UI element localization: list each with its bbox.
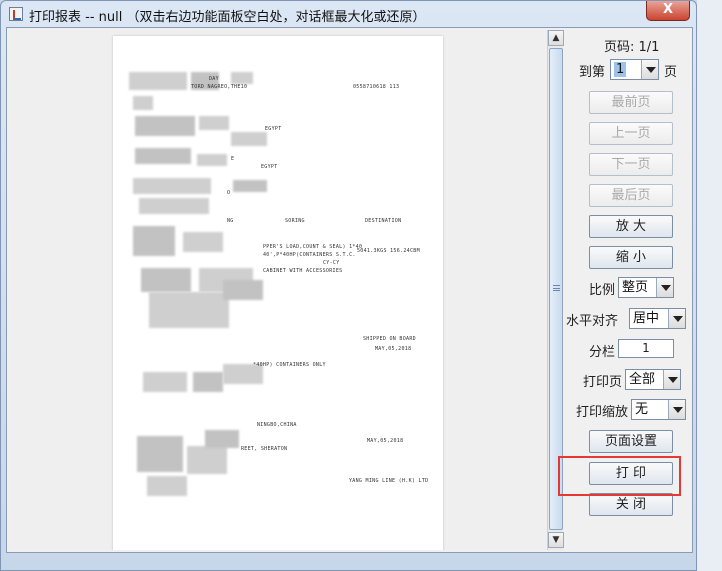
prev-page-button[interactable]: 上一页 <box>589 122 673 145</box>
chevron-down-icon[interactable] <box>663 370 680 389</box>
redacted-block <box>133 96 153 110</box>
print-button-highlight <box>558 456 681 496</box>
scale-label: 比例 <box>589 283 616 298</box>
halign-value: 居中 <box>633 311 660 326</box>
java-app-icon <box>9 7 23 21</box>
print-pages-value: 全部 <box>629 372 656 387</box>
columns-label: 分栏 <box>589 345 616 360</box>
title-bar[interactable]: 打印报表 -- null （双击右边功能面板空白处，对话框最大化或还原） X <box>1 1 698 27</box>
report-text-line: DAY <box>209 76 219 82</box>
redacted-block <box>183 232 223 252</box>
redacted-block <box>133 178 211 194</box>
report-text-line: YANG MING LINE (H.K) LTD <box>349 478 429 484</box>
report-text-line: PPER'S LOAD,COUNT & SEAL) 1*40 <box>263 244 363 250</box>
zoom-out-button[interactable]: 缩 小 <box>589 246 673 269</box>
goto-page-value: 1 <box>614 62 627 77</box>
redacted-block <box>129 72 187 90</box>
goto-suffix-label: 页 <box>664 65 678 80</box>
chevron-down-icon[interactable] <box>656 278 673 297</box>
report-text-line: E <box>231 156 235 162</box>
redacted-block <box>141 268 191 292</box>
close-button[interactable]: 关 闭 <box>589 493 673 516</box>
columns-input[interactable]: 1 <box>618 339 674 358</box>
redacted-block <box>133 226 175 256</box>
goto-prefix-label: 到第 <box>579 65 606 80</box>
redacted-block <box>135 116 195 136</box>
arrow-down-icon[interactable]: ▼ <box>548 532 564 548</box>
print-scale-value: 无 <box>635 402 649 417</box>
print-preview-dialog: 打印报表 -- null （双击右边功能面板空白处，对话框最大化或还原） X D… <box>0 0 697 571</box>
redacted-block <box>205 430 239 448</box>
report-text-line: NINGBO,CHINA <box>257 422 297 428</box>
window-title: 打印报表 -- null （双击右边功能面板空白处，对话框最大化或还原） <box>29 10 426 25</box>
redacted-block <box>231 132 267 146</box>
redacted-block <box>193 372 223 392</box>
report-text-line: DESTINATION <box>365 218 402 224</box>
close-window-button[interactable]: X <box>646 1 690 21</box>
first-page-button[interactable]: 最前页 <box>589 91 673 114</box>
print-scale-label: 打印缩放 <box>576 405 629 420</box>
redacted-block <box>223 280 263 300</box>
report-text-line: 0558710618 113 <box>353 84 400 90</box>
report-text-line: *40HP) CONTAINERS ONLY <box>253 362 326 368</box>
redacted-block <box>139 198 209 214</box>
redacted-block <box>147 476 187 496</box>
redacted-block <box>149 292 229 328</box>
redacted-block <box>143 372 187 392</box>
report-text-line: REET, SHERATON <box>241 446 288 452</box>
report-text-line: CY-CY <box>323 260 340 266</box>
page-setup-button[interactable]: 页面设置 <box>589 430 673 453</box>
goto-page-select[interactable]: 1 <box>610 59 659 80</box>
chevron-down-icon[interactable] <box>668 309 685 328</box>
report-text-line: TORD NAGREO,THE10 <box>191 84 248 90</box>
chevron-down-icon[interactable] <box>641 60 658 79</box>
print-pages-select[interactable]: 全部 <box>625 369 681 390</box>
report-text-line: NG <box>227 218 234 224</box>
scale-value: 整页 <box>622 280 649 295</box>
redacted-block <box>137 436 183 472</box>
halign-select[interactable]: 居中 <box>629 308 686 329</box>
next-page-button[interactable]: 下一页 <box>589 153 673 176</box>
report-text-line: CABINET WITH ACCESSORIES <box>263 268 343 274</box>
redacted-block <box>197 154 227 166</box>
redacted-block <box>135 148 191 164</box>
report-text-line: SORING <box>285 218 305 224</box>
redacted-block <box>199 116 229 130</box>
report-text-line: O <box>227 190 231 196</box>
report-page: DAY TORD NAGREO,THE10 0558710618 113 EGY… <box>113 36 443 550</box>
report-preview-area[interactable]: DAY TORD NAGREO,THE10 0558710618 113 EGY… <box>9 30 551 550</box>
chevron-down-icon[interactable] <box>668 400 685 419</box>
report-text-line: 5041.3KGS 156.24CBM <box>357 248 420 254</box>
print-scale-select[interactable]: 无 <box>631 399 686 420</box>
report-text-line: SHIPPED ON BOARD <box>363 336 416 342</box>
redacted-block <box>231 72 253 84</box>
report-text-line: MAY,05,2018 <box>375 346 412 352</box>
grip-icon <box>553 285 560 291</box>
desktop-background <box>697 0 722 571</box>
redacted-block <box>187 446 227 474</box>
report-text-line: EGYPT <box>265 126 282 132</box>
scale-select[interactable]: 整页 <box>618 277 674 298</box>
halign-label: 水平对齐 <box>566 314 619 329</box>
print-pages-label: 打印页 <box>583 375 623 390</box>
report-text-line: EGYPT <box>261 164 278 170</box>
report-text-line: MAY,05,2018 <box>367 438 404 444</box>
last-page-button[interactable]: 最后页 <box>589 184 673 207</box>
zoom-in-button[interactable]: 放 大 <box>589 215 673 238</box>
report-text-line: 40',P*40HP(CONTAINERS S.T.C. <box>263 252 356 258</box>
arrow-up-icon[interactable]: ▲ <box>548 30 564 46</box>
page-indicator: 页码: 1/1 <box>604 40 660 55</box>
redacted-block <box>233 180 267 192</box>
